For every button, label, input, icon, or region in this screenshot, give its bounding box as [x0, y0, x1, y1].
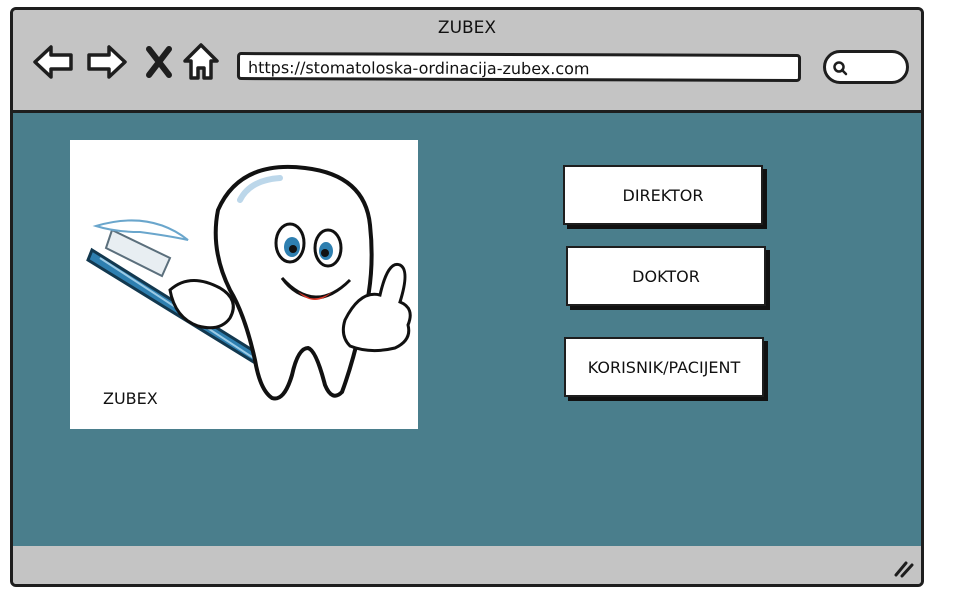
main-content: ZUBEX DIREKTOR DOKTOR KORISNIK/PACIJENT [13, 113, 921, 549]
search-box[interactable] [823, 50, 909, 84]
direktor-button[interactable]: DIREKTOR [563, 165, 763, 225]
home-icon[interactable] [181, 40, 221, 84]
status-bar [13, 546, 921, 584]
window-title: ZUBEX [437, 18, 497, 38]
korisnik-pacijent-button[interactable]: KORISNIK/PACIJENT [564, 337, 764, 397]
resize-grip-icon[interactable] [893, 558, 915, 578]
doktor-button[interactable]: DOKTOR [566, 246, 766, 306]
search-icon [833, 61, 848, 76]
address-bar[interactable]: https://stomatoloska-ordinacija-zubex.co… [236, 52, 802, 82]
browser-toolbar: ZUBEX https://stomatoloska-ordinacija-zu… [13, 10, 921, 113]
tooth-mascot-image [86, 165, 412, 401]
close-x-icon[interactable] [141, 40, 177, 84]
logo-caption: ZUBEX [103, 389, 158, 408]
browser-window: ZUBEX https://stomatoloska-ordinacija-zu… [10, 7, 924, 587]
back-arrow-icon[interactable] [31, 40, 75, 84]
logo-panel: ZUBEX [70, 140, 418, 429]
forward-arrow-icon[interactable] [85, 40, 129, 84]
url-text: https://stomatoloska-ordinacija-zubex.co… [247, 58, 590, 79]
